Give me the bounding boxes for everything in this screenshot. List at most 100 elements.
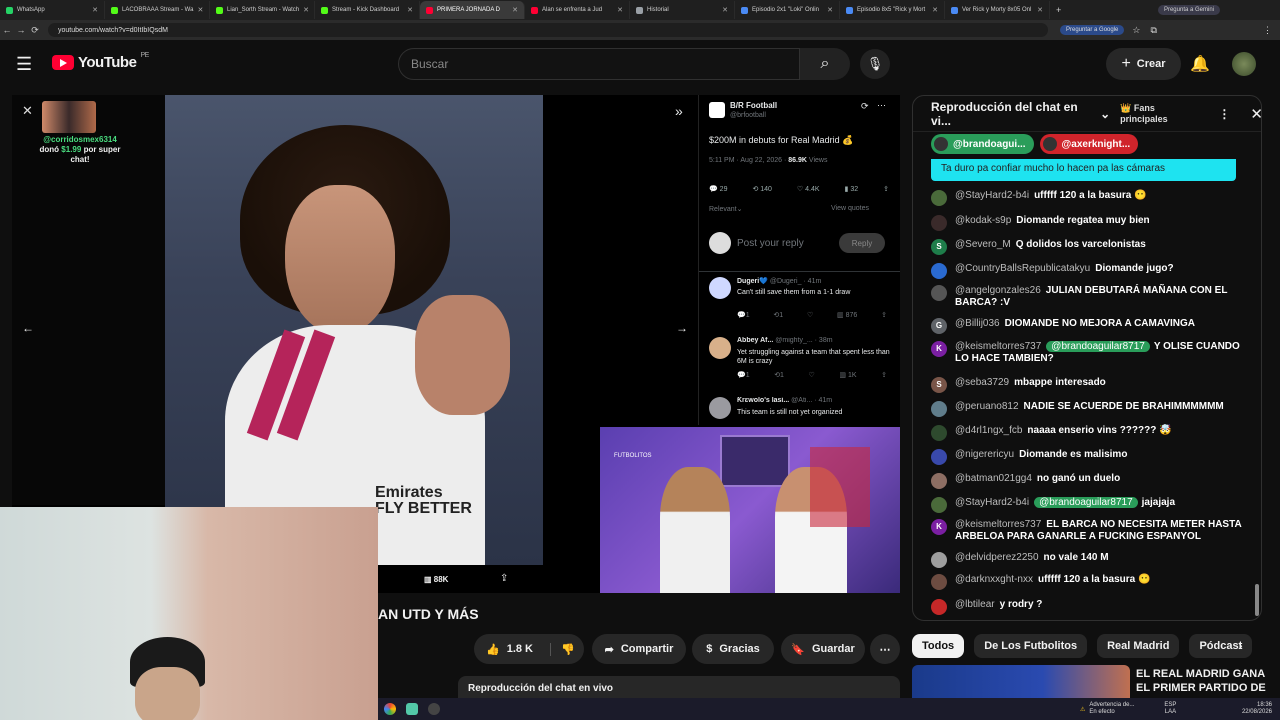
chevron-down-icon[interactable]: ⌄ [1100, 107, 1110, 121]
browser-tab[interactable]: Historial ✕ [630, 1, 735, 19]
search-input[interactable]: Buscar [398, 48, 800, 80]
top-fans-label[interactable]: 👑 Fans principales [1120, 103, 1202, 124]
browser-tab[interactable]: PRIMERA JORNADA D ✕ [420, 1, 525, 19]
chips-next-icon[interactable]: › [1238, 637, 1243, 653]
hamburger-menu-icon[interactable]: ☰ [16, 54, 32, 75]
chat-message[interactable]: S @Severo_M Q dolidos los varcelonistas [931, 239, 1246, 255]
bookmark-stat[interactable]: ▮ 32 [845, 185, 859, 193]
tab-close-icon[interactable]: ✕ [932, 6, 938, 14]
browser-menu-icon[interactable]: ⋮ [1263, 25, 1272, 36]
reload-icon[interactable]: ⟳ [28, 25, 42, 36]
collapse-icon[interactable]: » [675, 103, 683, 119]
chat-message[interactable]: G @Billij036 DIOMANDE NO MEJORA A CAMAVING… [931, 318, 1246, 334]
pinned-chip[interactable]: @axerknight... [1039, 134, 1139, 154]
chat-author[interactable]: @keismeltorres737 [955, 341, 1041, 352]
pinned-chip[interactable]: @brandoagui... [931, 134, 1034, 154]
chat-message[interactable]: K @keismeltorres737 @brandoaguilar8717 Y OL… [931, 341, 1246, 365]
chat-message[interactable]: @lbtilear y rodry ? [931, 599, 1246, 615]
chat-author[interactable]: @batman021gg4 [955, 473, 1032, 484]
chat-author[interactable]: @d4rl1ngx_fcb [955, 425, 1022, 436]
tab-close-icon[interactable]: ✕ [1037, 6, 1043, 14]
chat-close-icon[interactable]: ✕ [1250, 105, 1261, 123]
app-taskbar-icon[interactable] [406, 703, 418, 715]
reply-icon[interactable]: 💬1 [737, 311, 750, 319]
refresh-icon[interactable]: ⟳ [861, 101, 869, 112]
share-icon[interactable]: ⇪ [883, 185, 889, 193]
tweet-more-icon[interactable]: ⋯ [877, 100, 886, 111]
share-overlay-icon[interactable]: ⇪ [500, 573, 508, 584]
share-icon[interactable]: ⇪ [881, 371, 887, 379]
chat-message[interactable]: @CountryBallsRepublicatakyu Diomande jugo… [931, 263, 1246, 279]
url-field[interactable]: youtube.com/watch?v=d0ItIbIQsdM [48, 23, 1048, 37]
chat-author[interactable]: @kodak-s9p [955, 215, 1011, 226]
chat-author[interactable]: @seba3729 [955, 377, 1009, 388]
chat-message[interactable]: @peruano812 NADIE SE ACUERDE DE BRAHIMMMM… [931, 401, 1246, 417]
share-icon[interactable]: ⇪ [881, 311, 887, 319]
chat-author[interactable]: @CountryBallsRepublicatakyu [955, 263, 1090, 274]
notifications-bell-icon[interactable]: 🔔 [1190, 54, 1210, 74]
browser-tab[interactable]: LACOBRAAA Stream - Wa ✕ [105, 1, 210, 19]
like-count[interactable]: 1.8 K [507, 643, 533, 655]
tab-close-icon[interactable]: ✕ [722, 6, 728, 14]
retweet-stat[interactable]: ⟲ 140 [752, 185, 772, 193]
reply-input[interactable]: Post your reply [737, 238, 804, 249]
gemini-button[interactable]: Pregunta a Gemini [1157, 5, 1220, 15]
chat-author[interactable]: @peruano812 [955, 401, 1019, 412]
warning-notice[interactable]: Advertencia de... En efecto [1089, 702, 1134, 716]
create-button[interactable]: + Crear [1106, 48, 1181, 80]
chat-message[interactable]: S @seba3729 mbappe interesado [931, 377, 1246, 393]
next-arrow-icon[interactable]: → [676, 321, 688, 335]
share-button[interactable]: ➦ Compartir [592, 634, 686, 664]
like-icon[interactable]: 👍 [486, 643, 500, 656]
star-icon[interactable]: ☆ [1132, 25, 1140, 36]
browser-tab[interactable]: Episodio 8x5 "Rick y Mort ✕ [840, 1, 945, 19]
chat-message[interactable]: @StayHard2-b4i ufffff 120 a la basura 😶 [931, 190, 1246, 206]
reply-icon[interactable]: 💬1 [737, 371, 750, 379]
tab-close-icon[interactable]: ✕ [512, 6, 518, 14]
retweet-icon[interactable]: ⟲1 [773, 311, 783, 319]
chat-author[interactable]: @Billij036 [955, 318, 1000, 329]
chat-author[interactable]: @Severo_M [955, 239, 1011, 250]
recommendation-title[interactable]: EL REAL MADRID GANA EL PRIMER PARTIDO DE [1136, 667, 1266, 695]
obs-taskbar-icon[interactable] [428, 703, 440, 715]
filter-chip[interactable]: De Los Futbolitos [974, 634, 1088, 658]
more-actions-button[interactable]: ⋯ [870, 634, 900, 664]
save-button[interactable]: 🔖 Guardar [781, 634, 865, 664]
chat-message[interactable]: K @keismeltorres737 EL BARCA NO NECESITA M… [931, 519, 1246, 543]
chat-title[interactable]: Reproducción del chat en vi... [931, 100, 1096, 128]
chat-author[interactable]: @keismeltorres737 [955, 519, 1041, 530]
chrome-taskbar-icon[interactable] [384, 703, 396, 715]
mention-chip[interactable]: @brandoaguilar8717 [1046, 341, 1150, 352]
account-avatar[interactable] [1232, 52, 1256, 76]
chat-scrollbar[interactable] [1255, 584, 1259, 616]
tab-close-icon[interactable]: ✕ [197, 6, 203, 14]
chat-message[interactable]: @d4rl1ngx_fcb naaaa enserio vins ?????? 🤯 [931, 425, 1246, 441]
reply-button[interactable]: Reply [839, 233, 885, 253]
like-icon[interactable]: ♡ [809, 371, 815, 379]
chat-author[interactable]: @lbtilear [955, 599, 995, 610]
tab-close-icon[interactable]: ✕ [303, 6, 309, 14]
clock[interactable]: 18:36 22/08/2026 [1242, 702, 1272, 716]
chat-message[interactable]: @nigerericyu Diomande es malisimo [931, 449, 1246, 465]
search-button[interactable]: ⌕ [800, 48, 850, 80]
chat-author[interactable]: @darknxxght-nxx [955, 574, 1033, 585]
relevant-dropdown[interactable]: Relevant⌄ [709, 205, 743, 213]
ask-google-button[interactable]: Preguntar a Google [1060, 25, 1125, 35]
browser-tab[interactable]: Alan se enfrenta a Jud ✕ [525, 1, 630, 19]
like-icon[interactable]: ♡ [807, 311, 813, 319]
dislike-icon[interactable]: 👎 [550, 642, 575, 656]
chat-message[interactable]: @batman021gg4 no ganó un duelo [931, 473, 1246, 489]
reply-stat[interactable]: 💬 29 [709, 185, 727, 193]
browser-tab[interactable]: Episodio 2x1 "Loki" Onlin ✕ [735, 1, 840, 19]
prev-arrow-icon[interactable]: ← [22, 321, 34, 335]
extensions-icon[interactable]: ⧉ [1150, 25, 1156, 36]
language-indicator[interactable]: ESP LAA [1164, 702, 1176, 716]
back-icon[interactable]: ← [0, 25, 14, 35]
chat-message[interactable]: @StayHard2-b4i @brandoaguilar8717 jajajaja [931, 497, 1246, 513]
chat-author[interactable]: @nigerericyu [955, 449, 1014, 460]
retweet-icon[interactable]: ⟲1 [774, 371, 784, 379]
browser-tab[interactable]: Lian_Sorth Stream - Watch ✕ [210, 1, 315, 19]
browser-tab[interactable]: Stream - Kick Dashboard ✕ [315, 1, 420, 19]
chat-message[interactable]: @kodak-s9p Diomande regatea muy bien [931, 215, 1246, 231]
tab-close-icon[interactable]: ✕ [407, 6, 413, 14]
